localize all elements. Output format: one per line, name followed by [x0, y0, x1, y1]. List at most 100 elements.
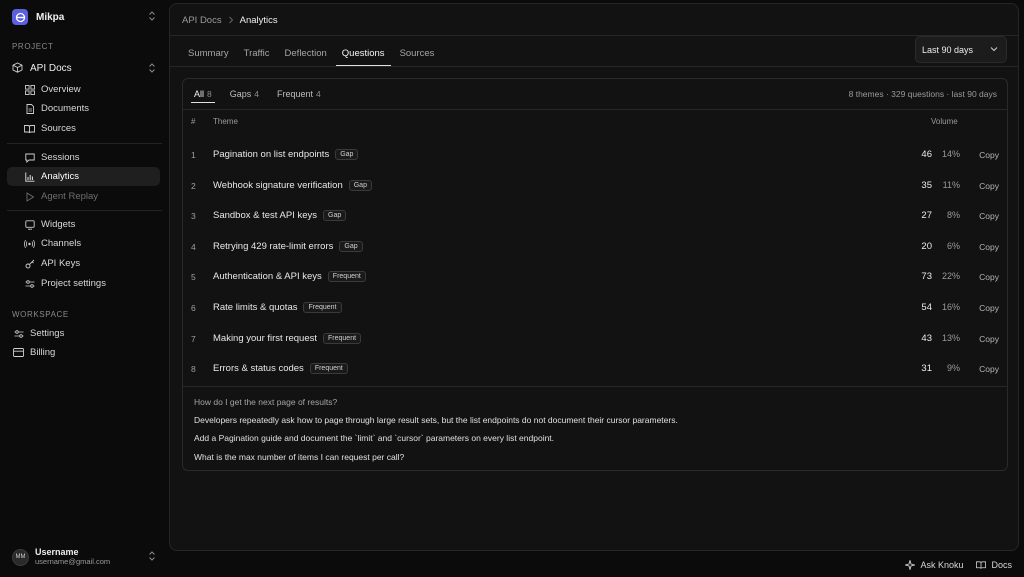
- sidebar-divider: [7, 143, 162, 144]
- sidebar-item-label: Documents: [41, 103, 90, 114]
- sliders-icon: [24, 278, 35, 289]
- project-section-label: PROJECT: [12, 42, 54, 51]
- copy-button[interactable]: Copy: [979, 334, 999, 344]
- table-row[interactable]: 2 Webhook signature verification Gap 35 11% C…: [183, 171, 1007, 201]
- copy-button[interactable]: Copy: [979, 364, 999, 374]
- breadcrumb-current: Analytics: [239, 15, 278, 26]
- theme-filter-tabs: All 8 Gaps 4 Frequent 4: [191, 87, 336, 103]
- sidebar-item-agent-replay[interactable]: Agent Replay: [7, 187, 160, 206]
- detail-insight: Developers repeatedly ask how to page th…: [194, 415, 678, 425]
- detail-question: How do I get the next page of results?: [194, 397, 338, 407]
- filter-tab-count: 4: [254, 89, 259, 99]
- workspace-switcher[interactable]: Mikpa: [12, 8, 157, 26]
- copy-button[interactable]: Copy: [979, 272, 999, 282]
- sidebar-item-label: Settings: [30, 328, 65, 339]
- main-panel: API Docs Analytics Summary Traffic Defle…: [169, 3, 1019, 551]
- tab-sources[interactable]: Sources: [394, 44, 441, 66]
- row-number: 8: [191, 364, 196, 375]
- chevron-right-icon: [228, 16, 234, 26]
- user-menu[interactable]: MM Username username@gmail.com: [12, 545, 157, 569]
- sidebar-divider: [7, 210, 162, 211]
- row-theme: Authentication & API keys Frequent: [213, 271, 366, 283]
- copy-button[interactable]: Copy: [979, 303, 999, 313]
- copy-button[interactable]: Copy: [979, 181, 999, 191]
- theme-label: Errors & status codes: [213, 363, 304, 375]
- user-email: username@gmail.com: [35, 557, 111, 566]
- table-header: # Theme Volume: [183, 117, 1007, 133]
- cube-icon: [12, 61, 23, 75]
- project-name: API Docs: [30, 62, 72, 74]
- sidebar-item-settings[interactable]: Settings: [7, 324, 160, 343]
- tab-summary[interactable]: Summary: [182, 44, 235, 66]
- table-row[interactable]: 6 Rate limits & quotas Frequent 54 16% Copy: [183, 293, 1007, 323]
- chevron-updown-icon: [147, 62, 157, 76]
- sidebar-item-project-settings[interactable]: Project settings: [7, 274, 160, 293]
- sidebar-item-documents[interactable]: Documents: [7, 99, 160, 118]
- sidebar-item-label: Sessions: [41, 152, 80, 163]
- docs-label: Docs: [991, 560, 1012, 570]
- copy-button[interactable]: Copy: [979, 211, 999, 221]
- row-number: 7: [191, 333, 196, 344]
- row-theme: Pagination on list endpoints Gap: [213, 149, 359, 160]
- row-volume-percent: 6%: [946, 240, 960, 251]
- brand-logo-icon: [12, 9, 28, 25]
- questions-summary: 8 themes · 329 questions · last 90 days: [848, 89, 997, 99]
- sidebar-item-label: Agent Replay: [41, 191, 99, 202]
- sidebar-item-channels[interactable]: Channels: [7, 234, 160, 253]
- sparkle-icon: [905, 560, 916, 570]
- column-header-theme: Theme: [213, 117, 238, 126]
- row-volume-count: 35: [921, 179, 932, 191]
- chevron-updown-icon: [147, 10, 157, 24]
- table-row[interactable]: 1 Pagination on list endpoints Gap 46 14% Cop…: [183, 140, 1007, 170]
- sidebar-item-api-keys[interactable]: API Keys: [7, 254, 160, 273]
- tab-traffic[interactable]: Traffic: [238, 44, 276, 66]
- row-volume-percent: 13%: [941, 332, 960, 343]
- theme-type-badge: Frequent: [323, 332, 362, 344]
- project-switcher[interactable]: API Docs: [12, 60, 157, 76]
- sidebar-item-analytics[interactable]: Analytics: [7, 167, 160, 186]
- copy-button[interactable]: Copy: [979, 150, 999, 160]
- bar-chart-icon: [24, 171, 35, 182]
- table-row[interactable]: 5 Authentication & API keys Frequent 73 22% C…: [183, 262, 1007, 292]
- breadcrumb-parent[interactable]: API Docs: [182, 15, 222, 26]
- docs-link[interactable]: Docs: [976, 560, 1012, 570]
- sidebar-item-sources[interactable]: Sources: [7, 119, 160, 138]
- theme-label: Webhook signature verification: [213, 179, 343, 191]
- breadcrumb: API Docs Analytics: [182, 15, 278, 26]
- table-row[interactable]: 8 Errors & status codes Frequent 31 9% Copy: [183, 354, 1007, 384]
- row-volume-percent: 8%: [946, 210, 960, 221]
- sidebar-item-sessions[interactable]: Sessions: [7, 148, 160, 167]
- filter-tab-frequent[interactable]: Frequent 4: [274, 87, 324, 103]
- row-theme: Errors & status codes Frequent: [213, 363, 348, 375]
- table-row[interactable]: 4 Retrying 429 rate-limit errors Gap 20 6% Co…: [183, 232, 1007, 262]
- workspace-name: Mikpa: [36, 11, 65, 23]
- row-number: 4: [191, 241, 196, 252]
- column-header-number: #: [191, 117, 196, 126]
- theme-label: Pagination on list endpoints: [213, 149, 330, 160]
- row-number: 1: [191, 150, 196, 160]
- table-row[interactable]: 3 Sandbox & test API keys Gap 27 8% Copy: [183, 201, 1007, 231]
- row-theme: Retrying 429 rate-limit errors Gap: [213, 240, 363, 252]
- chat-icon: [24, 152, 35, 163]
- questions-card: All 8 Gaps 4 Frequent 4 8 themes · 329 ques…: [182, 78, 1008, 471]
- theme-label: Retrying 429 rate-limit errors: [213, 240, 334, 252]
- filter-tab-gaps[interactable]: Gaps 4: [227, 87, 262, 103]
- footer-links: Ask Knoku Docs: [892, 560, 1012, 570]
- sidebar-item-widgets[interactable]: Widgets: [7, 215, 160, 234]
- row-volume-percent: 22%: [941, 271, 960, 282]
- row-volume-count: 20: [921, 240, 932, 252]
- broadcast-icon: [24, 238, 35, 249]
- tab-deflection[interactable]: Deflection: [279, 44, 333, 66]
- row-volume-count: 31: [921, 363, 932, 375]
- filter-tab-all[interactable]: All 8: [191, 87, 215, 103]
- theme-type-badge: Gap: [348, 179, 372, 191]
- sidebar-item-overview[interactable]: Overview: [7, 80, 160, 99]
- tab-questions[interactable]: Questions: [335, 44, 391, 66]
- copy-button[interactable]: Copy: [979, 242, 999, 252]
- sidebar-item-billing[interactable]: Billing: [7, 343, 160, 362]
- table-row[interactable]: 7 Making your first request Frequent 43 13% C…: [183, 324, 1007, 354]
- date-range-select[interactable]: Last 90 days: [915, 36, 1007, 63]
- sidebar-item-label: Overview: [41, 84, 81, 95]
- ask-knoku-link[interactable]: Ask Knoku: [905, 560, 963, 570]
- row-volume-percent: 14%: [941, 149, 960, 159]
